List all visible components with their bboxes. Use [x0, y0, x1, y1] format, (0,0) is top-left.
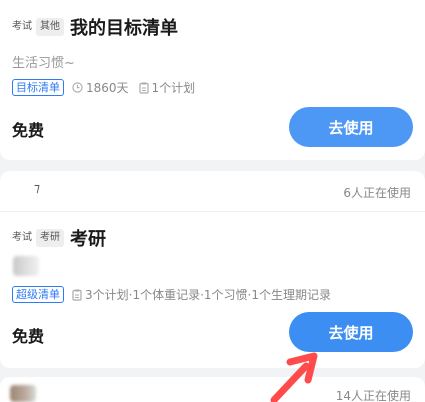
card-header-strip: 14人正在使用	[0, 377, 425, 402]
plan-count-meta: 1个计划	[138, 79, 196, 96]
tag-other: 其他	[36, 18, 64, 36]
card-meta-row: 目标清单 1860天 1个计划	[12, 79, 205, 96]
type-badge: 超级清单	[12, 286, 64, 303]
card-header-strip: ⁊ 6人正在使用	[0, 171, 425, 211]
clipboard-icon	[72, 289, 82, 301]
card-meta-row: 超级清单 3个计划·1个体重记录·1个习惯·1个生理期记录	[12, 286, 341, 303]
plan-summary-meta: 3个计划·1个体重记录·1个习惯·1个生理期记录	[72, 286, 331, 303]
clock-icon	[72, 82, 83, 93]
avatar: ⁊	[34, 181, 40, 195]
template-card-goal-list[interactable]: 考试 其他 我的目标清单 生活习惯~ 目标清单 1860天 1个计划 免费 去使…	[0, 0, 425, 160]
price-label: 免费	[12, 121, 45, 140]
use-button[interactable]: 去使用	[289, 312, 413, 352]
tag-exam: 考试	[12, 21, 32, 32]
card-subtitle: 生活习惯~	[12, 56, 75, 71]
card-title: 考研	[70, 229, 106, 250]
card-title: 我的目标清单	[70, 18, 178, 39]
blurred-avatar	[10, 385, 36, 402]
arrow-annotation	[270, 352, 318, 402]
plan-summary-text: 3个计划·1个体重记录·1个习惯·1个生理期记录	[85, 288, 331, 302]
card-title-row: 考试 考研 考研	[12, 225, 106, 251]
duration-meta: 1860天	[72, 79, 129, 96]
blurred-image	[13, 256, 39, 276]
plan-count-text: 1个计划	[151, 81, 196, 95]
tag-kaoyan: 考研	[36, 229, 64, 247]
clipboard-icon	[138, 82, 149, 94]
tag-exam: 考试	[12, 232, 32, 243]
duration-text: 1860天	[86, 81, 129, 95]
user-count: 6人正在使用	[343, 186, 411, 200]
template-card-kaoyan[interactable]: 考试 考研 考研 超级清单 3个计划·1个体重记录·1个习惯·1个生理期记录 免…	[0, 212, 425, 368]
type-badge: 目标清单	[12, 79, 64, 96]
use-button[interactable]: 去使用	[289, 107, 413, 147]
card-title-row: 考试 其他 我的目标清单	[12, 14, 178, 40]
price-label: 免费	[12, 327, 45, 346]
user-count: 14人正在使用	[335, 389, 411, 402]
